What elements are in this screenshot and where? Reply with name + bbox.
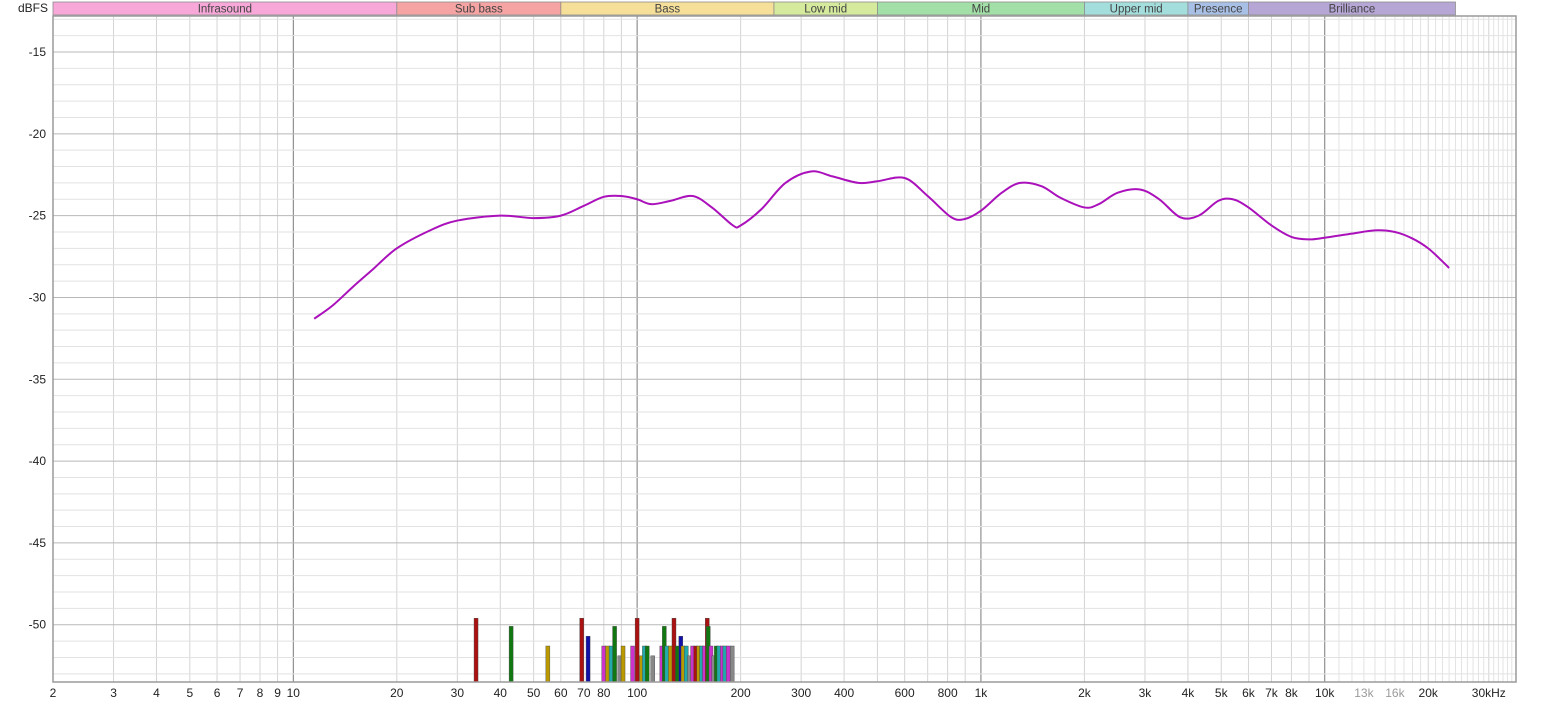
x-tick-label: 30kHz [1472,686,1506,700]
x-tick-label: 3k [1139,686,1153,700]
note-bar [664,645,670,683]
x-tick-label: 13k [1354,686,1374,700]
x-tick-label: 400 [834,686,854,700]
x-axis-ticks: 2 3 4 5 6 7 8 9 10 20 30 40 50 60 70 80 100 200 300 400 600 8… [50,686,1506,700]
band-label: Upper mid [1110,4,1163,16]
note-bar [650,655,655,683]
note-bar [508,626,514,683]
x-tick-label: 4k [1182,686,1196,700]
x-tick-label: 30 [451,686,465,700]
y-tick-label: -20 [29,127,47,141]
x-tick-label: 50 [527,686,541,700]
x-tick-label: 2k [1078,686,1092,700]
x-tick-label: 600 [895,686,915,700]
note-bar [545,645,551,683]
x-tick-label: 8 [257,686,264,700]
note-bar [579,617,584,683]
note-bar [729,645,735,683]
x-tick-label: 4 [153,686,160,700]
band-label: Brilliance [1329,4,1376,16]
y-tick-label: -50 [29,618,47,632]
note-bar [725,645,731,683]
x-tick-label: 10 [287,686,301,700]
x-tick-label: 7k [1265,686,1279,700]
x-tick-label: 800 [938,686,958,700]
x-tick-label: 8k [1285,686,1299,700]
note-bar [630,645,635,683]
band-label: Infrasound [198,4,252,16]
x-tick-label: 3 [110,686,117,700]
y-tick-label: -45 [29,536,47,550]
y-tick-label: -25 [29,209,47,223]
x-tick-label: 60 [554,686,568,700]
x-tick-label: 40 [494,686,508,700]
spectrum-chart: dBFS Infrasound Sub bass Bass Low mid Mid Upp… [18,1,1517,700]
x-tick-label: 200 [731,686,751,700]
note-bar [612,626,617,683]
plot-area [53,16,1516,682]
band-label: Sub bass [455,4,503,16]
note-bar [601,645,607,683]
note-bar [634,617,640,683]
note-bar [645,645,650,683]
x-tick-label: 5k [1215,686,1229,700]
band-label: Presence [1194,4,1243,16]
x-tick-label: 20k [1419,686,1439,700]
y-axis-ticks: -15 -20 -25 -30 -35 -40 -45 -50 [29,45,47,632]
x-tick-label: 2 [50,686,57,700]
x-tick-label: 7 [237,686,244,700]
note-bar [473,617,479,683]
y-tick-label: -15 [29,45,47,59]
x-tick-label: 1k [975,686,989,700]
frequency-band-strip: Infrasound Sub bass Bass Low mid Mid Upper mi… [52,1,1456,16]
x-tick-label: 80 [597,686,611,700]
x-tick-label: 20 [390,686,404,700]
x-tick-label: 6 [214,686,221,700]
band-label: Mid [972,4,991,16]
x-tick-label: 100 [627,686,647,700]
x-tick-label: 300 [791,686,811,700]
y-tick-label: -30 [29,290,47,304]
note-bar [585,635,591,683]
x-tick-label: 16k [1385,686,1405,700]
y-tick-label: -40 [29,454,47,468]
x-tick-label: 9 [274,686,281,700]
x-tick-label: 70 [577,686,591,700]
x-tick-label: 10k [1315,686,1335,700]
band-label: Low mid [804,4,847,16]
x-tick-label: 5 [186,686,193,700]
x-tick-label: 6k [1242,686,1256,700]
y-axis-label: dBFS [18,1,48,15]
band-label: Bass [655,4,681,16]
note-bar [620,645,626,683]
y-tick-label: -35 [29,372,47,386]
